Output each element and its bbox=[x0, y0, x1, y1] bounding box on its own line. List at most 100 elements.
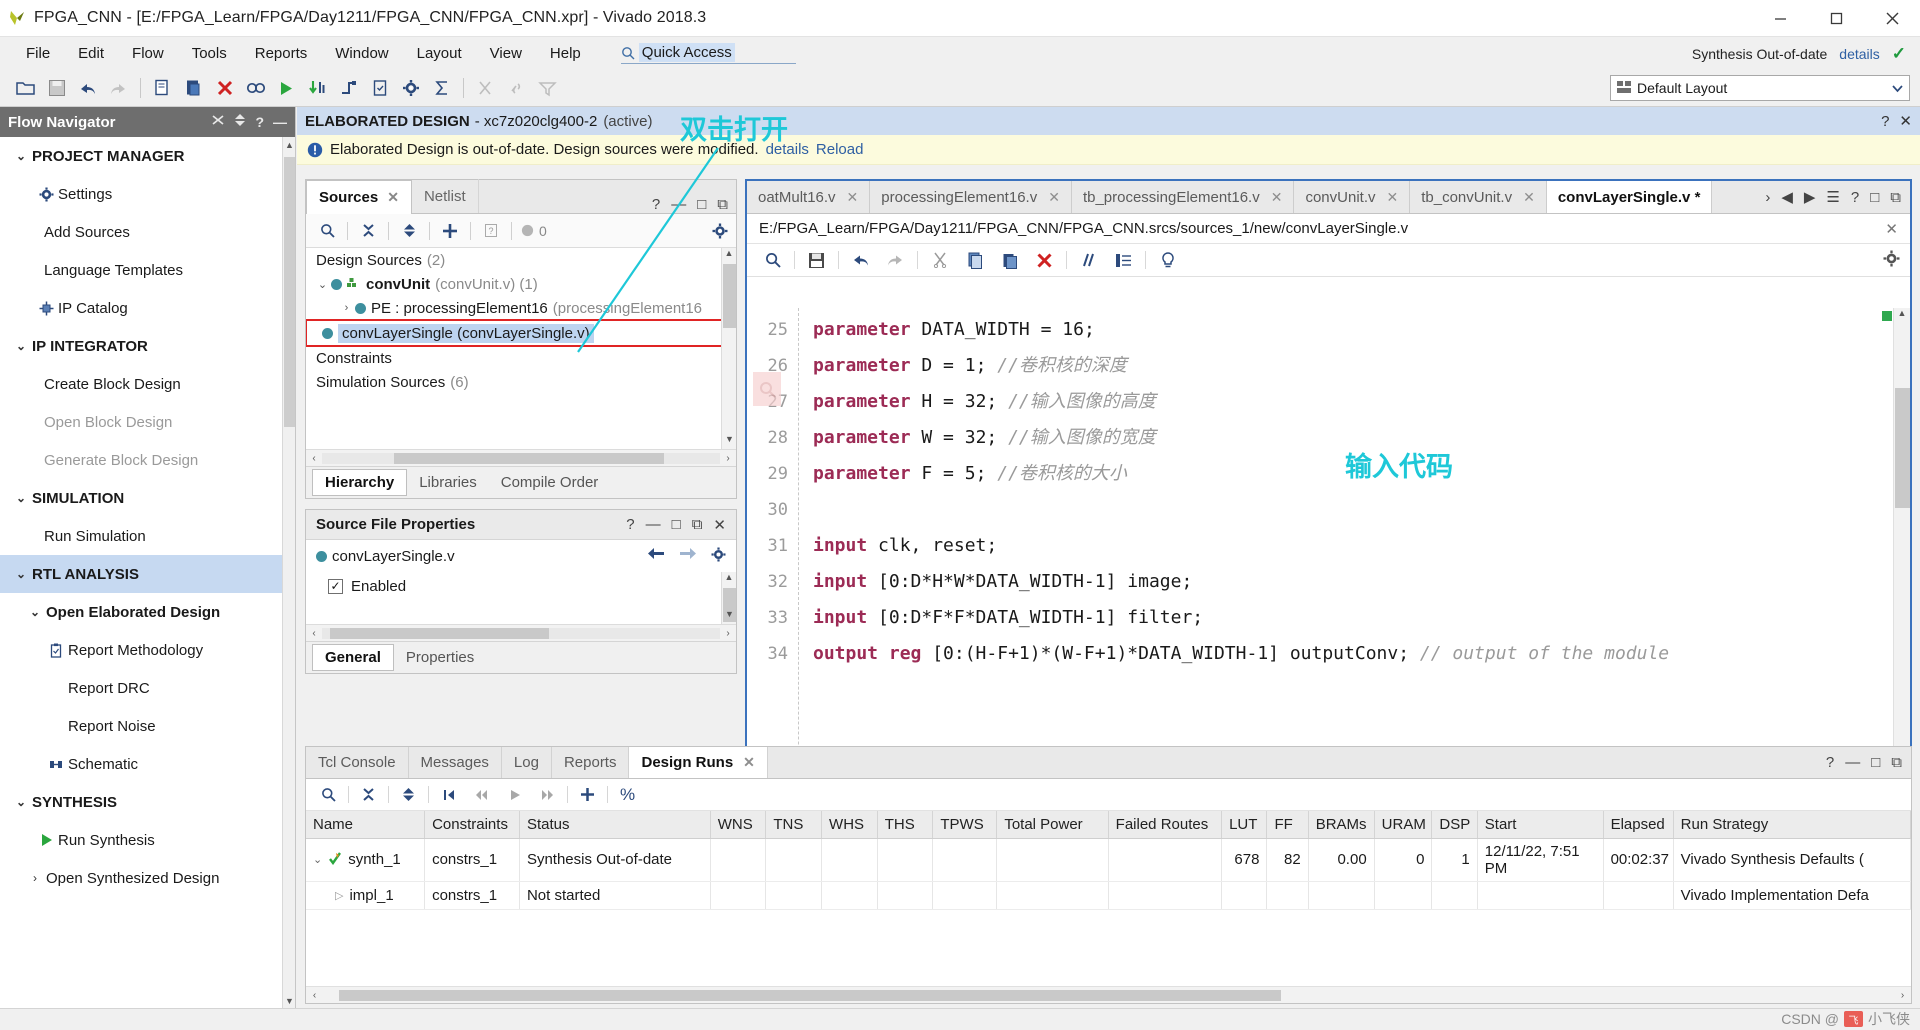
close-icon[interactable]: ✕ bbox=[1523, 189, 1535, 206]
delete-icon[interactable] bbox=[209, 73, 240, 104]
flownav-item-run-synthesis[interactable]: Run Synthesis bbox=[0, 821, 295, 859]
col-lut[interactable]: LUT bbox=[1221, 811, 1268, 839]
properties-settings-icon[interactable] bbox=[711, 547, 726, 566]
help-icon[interactable]: ? bbox=[1826, 754, 1834, 771]
search-icon[interactable] bbox=[312, 782, 345, 808]
subtab-libraries[interactable]: Libraries bbox=[407, 470, 489, 495]
flownav-item-create-block-design[interactable]: Create Block Design bbox=[0, 365, 295, 403]
add-sources-icon[interactable] bbox=[433, 217, 467, 245]
sources-settings-icon[interactable] bbox=[712, 223, 736, 239]
checkbox-icon[interactable]: ✓ bbox=[328, 578, 343, 594]
menu-help[interactable]: Help bbox=[536, 42, 595, 65]
expand-all-icon[interactable] bbox=[234, 113, 246, 131]
scroll-left-arrow[interactable]: ‹ bbox=[306, 628, 322, 639]
flownav-item-open-synthesized-design[interactable]: › Open Synthesized Design bbox=[0, 859, 295, 897]
scroll-right-arrow[interactable]: › bbox=[1894, 990, 1911, 1001]
help-icon[interactable]: ? bbox=[652, 196, 660, 213]
maximize-panel-icon[interactable]: □ bbox=[1871, 754, 1880, 771]
synthesis-details-link[interactable]: details bbox=[1839, 46, 1879, 62]
col-total-power[interactable]: Total Power bbox=[996, 811, 1109, 839]
col-elapsed[interactable]: Elapsed bbox=[1603, 811, 1674, 839]
scroll-right-arrow[interactable]: › bbox=[720, 628, 736, 639]
back-arrow-icon[interactable] bbox=[647, 547, 665, 566]
open-project-icon[interactable] bbox=[10, 73, 41, 104]
minimize-button[interactable] bbox=[1752, 0, 1808, 37]
scroll-thumb[interactable] bbox=[338, 989, 1282, 1001]
flownav-item-generate-block-design[interactable]: Generate Block Design bbox=[0, 441, 295, 479]
menu-flow[interactable]: Flow bbox=[118, 42, 178, 65]
tree-row[interactable]: Simulation Sources (6) bbox=[306, 370, 736, 394]
tree-row[interactable]: Design Sources (2) bbox=[306, 248, 736, 272]
scroll-up-arrow[interactable]: ▲ bbox=[722, 572, 736, 587]
subtab-properties[interactable]: Properties bbox=[394, 645, 486, 670]
minimize-panel-icon[interactable]: — bbox=[646, 516, 661, 534]
report-icon[interactable] bbox=[364, 73, 395, 104]
help-tool-icon[interactable]: ? bbox=[474, 217, 508, 245]
flownav-item-ip-catalog[interactable]: IP Catalog bbox=[0, 289, 295, 327]
col-start[interactable]: Start bbox=[1477, 811, 1604, 839]
editor-tab-convunit[interactable]: convUnit.v ✕ bbox=[1294, 181, 1411, 213]
cut-icon[interactable] bbox=[922, 247, 957, 274]
scroll-up-arrow[interactable]: ▲ bbox=[722, 248, 736, 263]
tab-overflow-icon[interactable]: › bbox=[1765, 189, 1770, 206]
editor-tab-convlayersingle[interactable]: convLayerSingle.v * bbox=[1546, 181, 1713, 213]
tree-row[interactable]: ⌄ convUnit (convUnit.v) (1) bbox=[306, 272, 736, 296]
warning-details-link[interactable]: details bbox=[766, 141, 809, 158]
sum-icon[interactable] bbox=[426, 73, 457, 104]
next-run-icon[interactable] bbox=[531, 782, 564, 808]
scroll-thumb[interactable] bbox=[723, 264, 736, 328]
warning-reload-link[interactable]: Reload bbox=[816, 141, 864, 158]
tab-messages[interactable]: Messages bbox=[409, 747, 502, 778]
minimize-panel-icon[interactable]: — bbox=[671, 196, 686, 213]
forward-arrow-icon[interactable] bbox=[679, 547, 697, 566]
prev-run-icon[interactable] bbox=[465, 782, 498, 808]
search-icon[interactable] bbox=[310, 217, 344, 245]
minimize-panel-icon[interactable]: — bbox=[273, 114, 287, 130]
col-brams[interactable]: BRAMs bbox=[1308, 811, 1375, 839]
flownav-item-schematic[interactable]: Schematic bbox=[0, 745, 295, 783]
tab-netlist[interactable]: Netlist bbox=[412, 179, 479, 213]
flownav-item-language-templates[interactable]: Language Templates bbox=[0, 251, 295, 289]
editor-tab-processingelement16[interactable]: processingElement16.v ✕ bbox=[870, 181, 1072, 213]
tab-prev-icon[interactable]: ◀ bbox=[1781, 188, 1793, 206]
add-run-icon[interactable] bbox=[571, 782, 604, 808]
quick-access-search[interactable]: Quick Access bbox=[620, 43, 796, 64]
maximize-panel-icon[interactable]: □ bbox=[672, 516, 681, 534]
close-icon[interactable]: ✕ bbox=[387, 189, 399, 206]
expand-all-icon[interactable] bbox=[392, 782, 425, 808]
col-status[interactable]: Status bbox=[519, 811, 711, 839]
menu-tools[interactable]: Tools bbox=[178, 42, 241, 65]
close-icon[interactable]: ✕ bbox=[1048, 189, 1060, 206]
implement-icon[interactable] bbox=[333, 73, 364, 104]
close-icon[interactable]: ✕ bbox=[1899, 112, 1912, 130]
save-icon[interactable] bbox=[41, 73, 72, 104]
close-icon[interactable]: ✕ bbox=[1271, 189, 1283, 206]
search-icon[interactable] bbox=[755, 247, 790, 274]
maximize-panel-icon[interactable]: □ bbox=[697, 196, 706, 213]
subtab-hierarchy[interactable]: Hierarchy bbox=[312, 469, 408, 496]
expand-all-icon[interactable] bbox=[392, 217, 426, 245]
redo-icon[interactable] bbox=[878, 247, 913, 274]
collapse-all-icon[interactable] bbox=[211, 113, 225, 131]
editor-settings-icon[interactable] bbox=[1883, 250, 1910, 271]
col-run-strategy[interactable]: Run Strategy bbox=[1673, 811, 1911, 839]
col-ff[interactable]: FF bbox=[1266, 811, 1309, 839]
subtab-general[interactable]: General bbox=[312, 644, 394, 671]
tree-row[interactable]: Constraints bbox=[306, 346, 736, 370]
editor-tab-oatmult16[interactable]: oatMult16.v ✕ bbox=[747, 181, 871, 213]
flownav-section-rtl-analysis[interactable]: ⌄ RTL ANALYSIS bbox=[0, 555, 295, 593]
float-panel-icon[interactable]: ⧉ bbox=[1891, 754, 1902, 771]
flownav-item-report-noise[interactable]: Report Noise bbox=[0, 707, 295, 745]
flownav-item-report-methodology[interactable]: Report Methodology bbox=[0, 631, 295, 669]
close-icon[interactable]: ✕ bbox=[847, 189, 859, 206]
close-icon[interactable]: ✕ bbox=[743, 754, 755, 771]
indent-icon[interactable] bbox=[1106, 247, 1141, 274]
design-runs-hscrollbar[interactable]: ‹ › bbox=[306, 986, 1911, 1003]
flownav-item-run-simulation[interactable]: Run Simulation bbox=[0, 517, 295, 555]
scroll-thumb[interactable] bbox=[393, 452, 665, 464]
scroll-thumb[interactable] bbox=[329, 627, 549, 639]
tab-design-runs[interactable]: Design Runs ✕ bbox=[629, 747, 768, 778]
layout-selector[interactable]: Default Layout bbox=[1610, 75, 1910, 101]
chevron-right-icon[interactable]: › bbox=[338, 302, 355, 314]
menu-window[interactable]: Window bbox=[321, 42, 402, 65]
